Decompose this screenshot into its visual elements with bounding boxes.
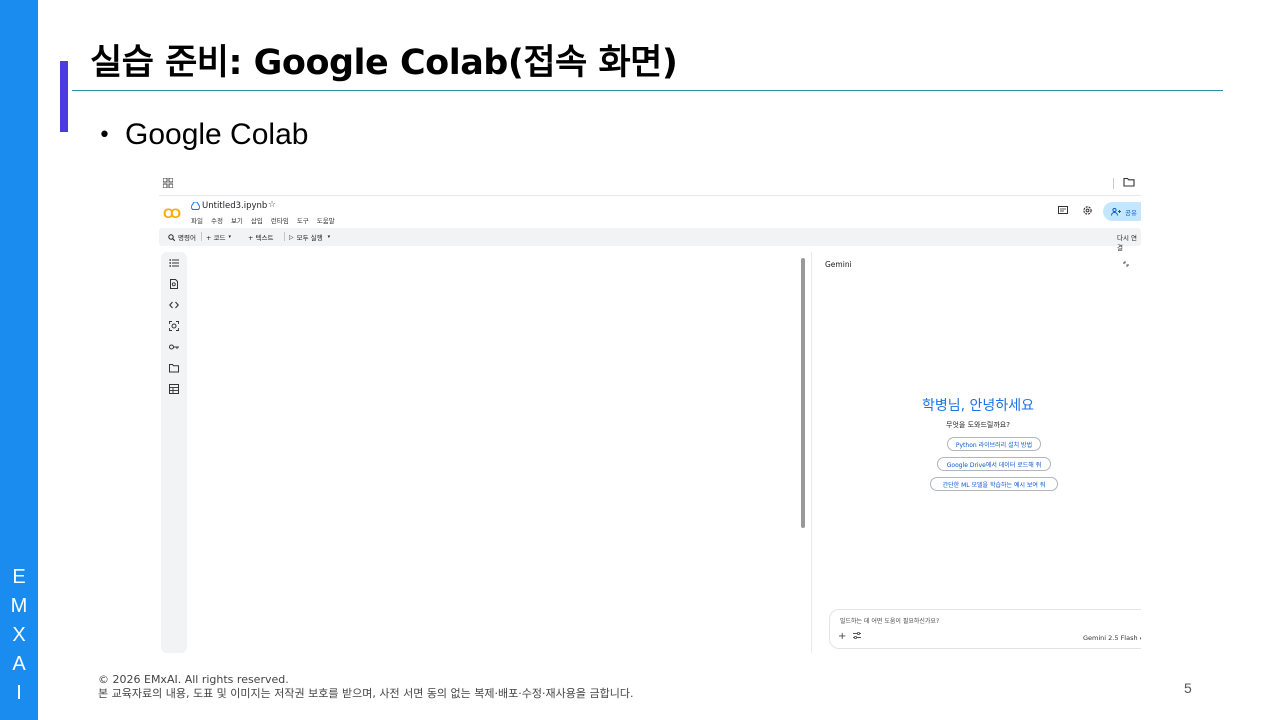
drive-icon — [191, 202, 200, 210]
play-icon: ▷ — [289, 233, 294, 241]
suggestion-chip[interactable]: 간단한 ML 모델을 학습하는 예시 보여 줘 — [930, 477, 1058, 491]
add-text-label: + 텍스트 — [248, 234, 274, 242]
star-icon[interactable]: ☆ — [268, 200, 276, 210]
apps-grid-icon[interactable] — [163, 178, 173, 188]
search-icon — [168, 233, 175, 241]
colab-logo[interactable]: CO — [163, 205, 181, 221]
commands-button[interactable]: 명령어 — [168, 232, 196, 242]
find-icon[interactable] — [169, 279, 179, 289]
title-accent-bar — [60, 61, 68, 132]
suggestion-chip[interactable]: Python 라이브러리 설치 방법 — [947, 437, 1041, 451]
commands-label: 명령어 — [178, 234, 196, 242]
colab-header: CO Untitled3.ipynb ☆ 파일 수정 보기 삽입 런타임 도구 … — [159, 197, 1141, 227]
gemini-subtitle: 무엇을 도와드릴까요? — [946, 421, 1010, 429]
footer-line-1: © 2026 EMxAI. All rights reserved. — [98, 673, 289, 686]
chevron-down-icon[interactable]: ▾ — [328, 234, 331, 240]
add-text-button[interactable]: + 텍스트 — [248, 232, 273, 242]
side-rail — [161, 252, 187, 653]
side-letter: X — [12, 624, 26, 646]
code-snippets-icon[interactable] — [169, 300, 179, 310]
menu-item-insert[interactable]: 삽입 — [251, 215, 263, 225]
bullet-dot: • — [98, 122, 111, 148]
title-divider — [72, 90, 1223, 91]
separator — [201, 232, 202, 241]
reconnect-button[interactable]: 다시 연결 — [1117, 232, 1141, 252]
side-letter: M — [10, 595, 28, 617]
menu-item-view[interactable]: 보기 — [231, 215, 243, 225]
reconnect-label: 다시 연결 — [1117, 234, 1138, 252]
share-label: 공유 — [1125, 208, 1137, 217]
settings-gear-icon[interactable] — [1082, 205, 1093, 216]
notebook-editor[interactable] — [189, 252, 808, 653]
gemini-input-placeholder[interactable]: 빌드하는 데 어떤 도움이 필요하신가요? — [840, 616, 939, 625]
gemini-input-box[interactable]: 빌드하는 데 어떤 도움이 필요하신가요? + Gemini 2.5 Flash… — [829, 609, 1141, 649]
run-all-button[interactable]: ▷ 모두 실행 ▾ — [289, 232, 331, 243]
files-folder-icon[interactable] — [169, 363, 179, 373]
notebook-name[interactable]: Untitled3.ipynb — [202, 201, 267, 211]
browser-top-strip — [159, 170, 1141, 196]
menu-item-help[interactable]: 도움말 — [317, 215, 335, 225]
run-all-label: 모두 실행 — [296, 234, 323, 242]
add-code-button[interactable]: + 코드 ▾ — [206, 232, 231, 242]
bullet-text: Google Colab — [124, 118, 309, 151]
chevron-down-icon[interactable]: ▾ — [228, 234, 231, 240]
menu-item-tools[interactable]: 도구 — [297, 215, 309, 225]
bullet-item: • Google Colab — [98, 118, 308, 152]
folder-icon[interactable] — [1123, 177, 1135, 187]
gemini-panel: Gemini 학병님, 안녕하세요 무엇을 도와드릴까요? Python 라이브… — [815, 252, 1141, 653]
menu-item-runtime[interactable]: 런타임 — [271, 215, 289, 225]
share-button[interactable]: 공유 — [1103, 202, 1141, 221]
suggestion-chip[interactable]: Google Drive에서 데이터 로드해 줘 — [937, 457, 1051, 471]
data-table-icon[interactable] — [169, 384, 179, 394]
secrets-key-icon[interactable] — [169, 342, 179, 352]
page-number: 5 — [1184, 680, 1192, 696]
toc-icon[interactable] — [169, 258, 179, 268]
menu-item-file[interactable]: 파일 — [191, 215, 203, 225]
gemini-greeting: 학병님, 안녕하세요 — [922, 398, 1034, 414]
menu-item-edit[interactable]: 수정 — [211, 215, 223, 225]
add-code-label: + 코드 — [206, 234, 226, 242]
separator — [1113, 178, 1114, 189]
add-icon[interactable]: + — [838, 631, 846, 642]
side-letter: I — [16, 682, 22, 704]
slide-title: 실습 준비: Google Colab(접속 화면) — [90, 43, 678, 83]
panel-divider[interactable] — [811, 252, 812, 653]
footer-copyright: © 2026 EMxAI. All rights reserved. 본 교육자… — [98, 673, 633, 701]
separator — [284, 232, 285, 241]
model-selector[interactable]: Gemini 2.5 Flash ▾ — [1083, 634, 1141, 642]
collapse-icon[interactable] — [1122, 260, 1130, 268]
colab-toolbar: 명령어 + 코드 ▾ + 텍스트 ▷ 모두 실행 ▾ 다시 연결 — [159, 228, 1141, 252]
comment-icon[interactable] — [1058, 206, 1068, 216]
menu-bar: 파일 수정 보기 삽입 런타임 도구 도움말 — [191, 215, 335, 225]
chevron-down-icon: ▾ — [1139, 636, 1141, 642]
gemini-title: Gemini — [825, 260, 852, 269]
colab-screenshot: CO Untitled3.ipynb ☆ 파일 수정 보기 삽입 런타임 도구 … — [159, 170, 1141, 653]
side-letter: A — [12, 653, 26, 675]
side-letter: E — [12, 566, 26, 588]
footer-line-2: 본 교육자료의 내용, 도표 및 이미지는 저작권 보호를 받으며, 사전 서면… — [98, 687, 634, 700]
model-name: Gemini 2.5 Flash — [1083, 634, 1138, 642]
variables-icon[interactable] — [169, 321, 179, 331]
tools-icon[interactable] — [853, 632, 861, 639]
side-brand-letters: E M X A I — [0, 563, 38, 708]
people-icon — [1111, 207, 1121, 216]
editor-scrollbar[interactable] — [801, 258, 805, 528]
